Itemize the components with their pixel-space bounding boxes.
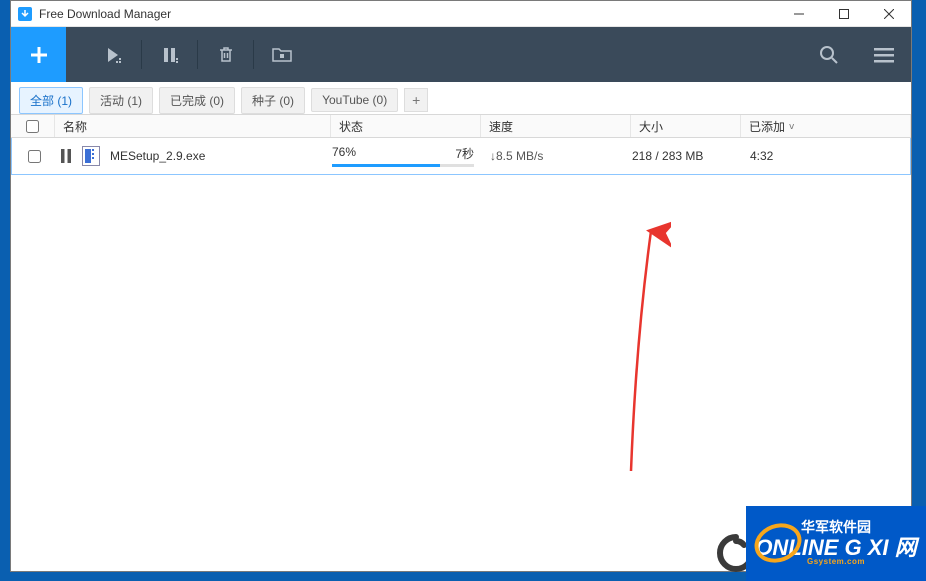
sort-caret-icon: ⅴ xyxy=(789,121,794,132)
row-status: 76% 7秒 xyxy=(332,145,482,167)
row-added: 4:32 xyxy=(742,149,910,163)
pause-all-button[interactable] xyxy=(142,27,197,82)
tab-youtube[interactable]: YouTube (0) xyxy=(311,88,398,112)
folder-button[interactable] xyxy=(254,27,309,82)
tab-all[interactable]: 全部 (1) xyxy=(19,87,83,114)
header-status[interactable]: 状态 xyxy=(331,115,481,137)
progress-bar xyxy=(332,164,474,167)
watermark: 华军软件园 ONLINE G XI 网 Gsystem.com xyxy=(746,506,926,581)
header-checkbox[interactable] xyxy=(11,115,55,137)
app-icon xyxy=(17,6,33,22)
tab-completed[interactable]: 已完成 (0) xyxy=(159,87,235,114)
download-list: MESetup_2.9.exe 76% 7秒 ↓8.5 MB/s 218 / 2… xyxy=(11,138,911,175)
header-speed[interactable]: 速度 xyxy=(481,115,631,137)
row-checkbox[interactable] xyxy=(12,150,56,163)
column-headers: 名称 状态 速度 大小 已添加ⅴ xyxy=(11,114,911,138)
titlebar: Free Download Manager xyxy=(11,1,911,27)
header-size[interactable]: 大小 xyxy=(631,115,741,137)
menu-button[interactable] xyxy=(856,27,911,82)
file-type-icon xyxy=(76,146,106,166)
search-button[interactable] xyxy=(801,27,856,82)
toolbar xyxy=(11,27,911,82)
maximize-button[interactable] xyxy=(821,1,866,27)
progress-percent: 76% xyxy=(332,145,356,162)
start-all-button[interactable] xyxy=(86,27,141,82)
tab-active[interactable]: 活动 (1) xyxy=(89,87,153,114)
header-added[interactable]: 已添加ⅴ xyxy=(741,115,911,137)
add-tab-button[interactable]: + xyxy=(404,88,428,112)
annotation-arrow xyxy=(611,221,671,481)
filter-tabs: 全部 (1) 活动 (1) 已完成 (0) 种子 (0) YouTube (0)… xyxy=(11,82,911,114)
progress-eta: 7秒 xyxy=(455,145,474,162)
file-name: MESetup_2.9.exe xyxy=(106,149,332,163)
close-button[interactable] xyxy=(866,1,911,27)
row-size: 218 / 283 MB xyxy=(632,149,742,163)
pause-icon[interactable] xyxy=(56,149,76,163)
row-speed: ↓8.5 MB/s xyxy=(482,149,632,163)
app-window: Free Download Manager 全 xyxy=(10,0,912,572)
minimize-button[interactable] xyxy=(776,1,821,27)
delete-button[interactable] xyxy=(198,27,253,82)
download-row[interactable]: MESetup_2.9.exe 76% 7秒 ↓8.5 MB/s 218 / 2… xyxy=(12,138,910,174)
tab-torrents[interactable]: 种子 (0) xyxy=(241,87,305,114)
add-download-button[interactable] xyxy=(11,27,66,82)
header-name[interactable]: 名称 xyxy=(55,115,331,137)
app-title: Free Download Manager xyxy=(39,7,776,21)
